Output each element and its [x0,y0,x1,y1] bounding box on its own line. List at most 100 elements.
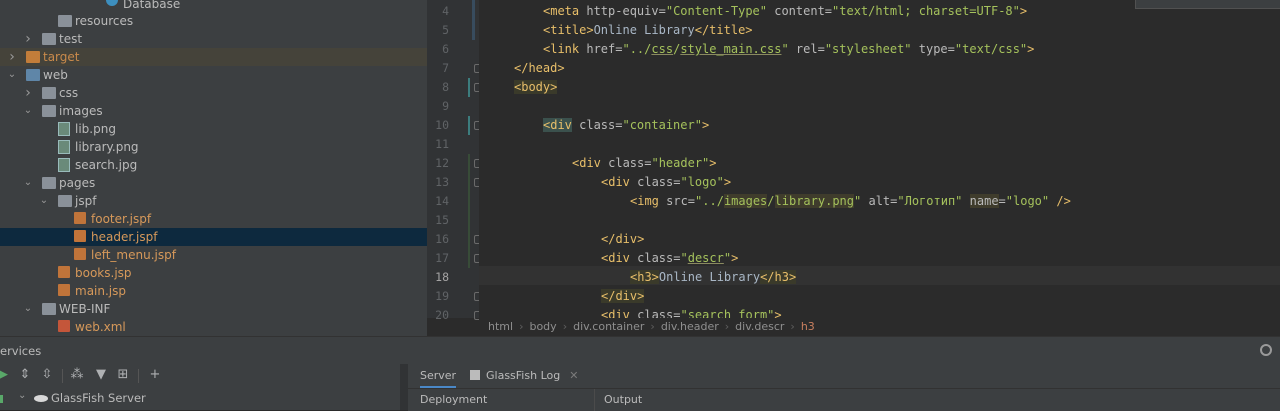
breadcrumb-item[interactable]: div.container [573,320,644,333]
chevron-right-icon[interactable]: › [22,30,34,48]
chevron-right-icon[interactable]: › [6,48,18,66]
code-line[interactable]: <div class="header"> [572,154,717,173]
tab-glassfish-log[interactable]: GlassFish Log ✕ [470,364,578,388]
new-tab-icon[interactable]: ⊞ [116,368,130,382]
code-editor[interactable]: <meta http-equiv="Content-Type" content=… [479,0,1280,318]
folder-icon [42,303,56,315]
tree-node-label: left_menu.jspf [91,248,176,262]
tree-node-books-jsp[interactable]: books.jsp [0,264,427,282]
close-icon[interactable]: ✕ [569,369,578,382]
filter-icon[interactable]: ▼ [94,368,108,382]
settings-icon[interactable] [1260,344,1272,356]
chevron-down-icon[interactable]: ⌄ [22,102,34,120]
tree-node-search-jpg[interactable]: search.jpg [0,156,427,174]
code-token: class= [637,308,681,318]
tree-node-images[interactable]: ⌄ images [0,102,427,120]
glassfish-server-node[interactable]: GlassFish Server [51,388,146,408]
code-token: > [1019,4,1028,18]
chevron-down-icon[interactable]: ⌄ [22,174,34,192]
tree-node-left-menu-jspf[interactable]: left_menu.jspf [0,246,427,264]
project-tree: Database resources › test › target ⌄ web › css ⌄ im… [0,0,427,336]
group-icon[interactable]: ⁂ [70,368,84,382]
code-token: " [723,251,732,265]
tree-node-label: jspf [75,194,97,208]
breadcrumb: html › body › div.container › div.header › div.d… [479,318,1280,336]
collapse-all-icon[interactable]: ⇳ [40,368,54,382]
line-number: 15 [435,213,449,227]
code-token: > [709,156,717,170]
tree-node-pages[interactable]: ⌄ pages [0,174,427,192]
tree-node-label: pages [59,176,96,190]
tab-server[interactable]: Server [420,364,457,388]
tree-node-web-inf[interactable]: ⌄ WEB-INF [0,300,427,318]
tree-node-library-png[interactable]: library.png [0,138,427,156]
tree-node-lib-png[interactable]: lib.png [0,120,427,138]
tree-node-jspf[interactable]: ⌄ jspf [0,192,427,210]
chevron-down-icon[interactable]: ⌄ [38,192,50,210]
column-divider[interactable] [594,389,595,411]
code-line[interactable]: <div class="search_form"> [601,306,782,318]
panel-splitter[interactable] [400,364,408,410]
code-token: Online Library [593,23,695,37]
code-line[interactable]: <div class="descr"> [601,249,738,268]
image-file-icon [58,158,70,172]
column-output[interactable]: Output [604,389,642,411]
tree-node-test[interactable]: › test [0,30,427,48]
code-line[interactable]: </div> [601,230,644,249]
breadcrumb-item[interactable]: body [529,320,556,333]
tree-node-web[interactable]: ⌄ web [0,66,427,84]
expand-all-icon[interactable]: ⇕ [18,368,32,382]
line-number: 14 [435,194,449,208]
code-token: name [969,194,999,208]
tree-node-label: target [43,50,80,64]
code-line[interactable]: <div class="logo"> [601,173,731,192]
code-token: "header" [651,156,710,170]
folder-icon [42,105,56,117]
breadcrumb-item[interactable]: html [488,320,513,333]
breadcrumb-item[interactable]: div.descr [735,320,784,333]
tree-node-css[interactable]: › css [0,84,427,102]
chevron-right-icon[interactable]: › [22,84,34,102]
tree-node-footer-jspf[interactable]: footer.jspf [0,210,427,228]
code-line[interactable]: <meta http-equiv="Content-Type" content=… [543,2,1027,21]
code-line[interactable]: </head> [514,59,565,78]
tree-node-header-jspf[interactable]: header.jspf [0,228,427,246]
column-deployment[interactable]: Deployment [420,389,487,411]
breadcrumb-item[interactable]: div.header [661,320,719,333]
chevron-down-icon[interactable]: ⌄ [22,300,34,318]
code-token: src= [666,194,696,208]
code-token: "../ [695,194,724,208]
code-line[interactable]: <h3>Online Library</h3> [630,268,797,287]
code-line[interactable]: <div class="container"> [543,116,709,135]
code-line[interactable]: <link href="../css/style_main.css" rel="… [543,40,1034,59]
jsp-file-icon [58,284,70,296]
code-token: <img [630,194,667,208]
tree-node-main-jsp[interactable]: main.jsp [0,282,427,300]
tree-node-resources[interactable]: resources [0,12,427,30]
tree-node-web-xml[interactable]: web.xml [0,318,427,336]
code-token: <body> [514,80,558,94]
tree-node-label: web.xml [75,320,126,334]
chevron-down-icon[interactable]: ⌄ [18,390,26,401]
code-token: style_main.css [680,42,782,56]
folder-icon [26,69,40,81]
tree-node-label: library.png [75,140,139,154]
tree-node-label: test [59,32,83,46]
code-token: content= [767,4,833,18]
code-line[interactable]: <body> [514,78,558,97]
tree-node-target[interactable]: › target [0,48,427,66]
code-token: /> [1049,194,1071,208]
folder-icon [42,177,56,189]
code-line[interactable]: </div> [601,287,645,306]
code-line[interactable]: <title>Online Library</title> [543,21,753,40]
breadcrumb-item[interactable]: h3 [801,320,815,333]
modified-marker [472,0,475,40]
run-icon[interactable]: ▶ [0,368,10,382]
code-token: "container" [622,118,702,132]
chevron-down-icon[interactable]: ⌄ [6,66,18,84]
code-line[interactable]: <img src="../images/library.png" alt="Ло… [630,192,1071,211]
add-icon[interactable]: + [148,368,162,382]
editor-search-box[interactable] [1135,0,1280,9]
tree-node-label: images [59,104,103,118]
services-panel-header: ervices [0,336,1280,365]
